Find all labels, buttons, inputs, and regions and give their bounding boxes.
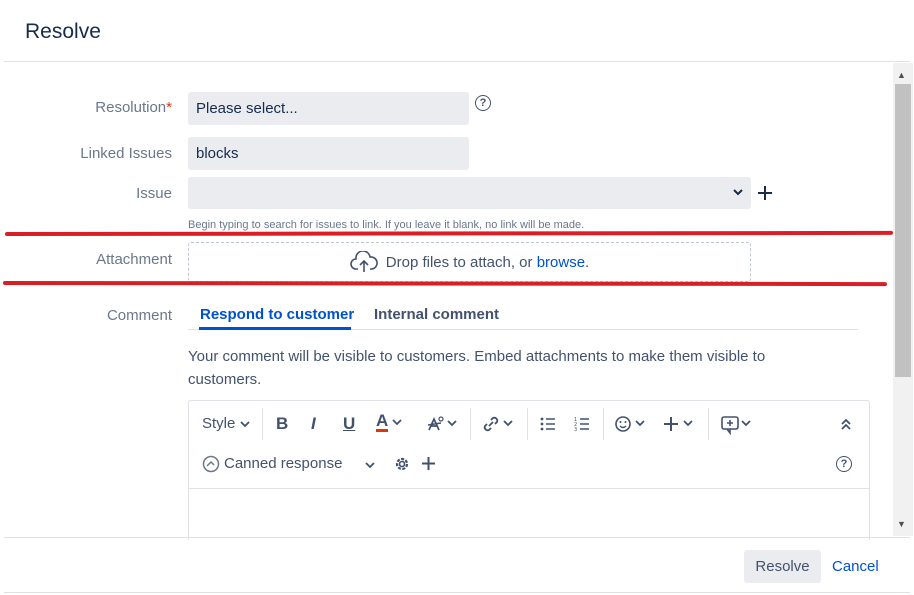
chevron-down-icon [239,421,250,428]
text-color-icon: A [376,411,389,432]
style-dropdown[interactable]: Style [202,415,250,432]
cancel-button[interactable]: Cancel [826,550,885,583]
underline-button[interactable]: U [343,414,355,434]
chevron-down-icon[interactable] [732,186,744,198]
resolution-label-text: Resolution [95,99,167,116]
help-icon[interactable]: ? [475,95,491,111]
footer-divider [4,537,910,538]
numbered-list-icon[interactable]: 123 [574,416,590,432]
linked-issues-value: blocks [196,145,239,162]
cloud-upload-icon [350,251,378,273]
svg-text:3: 3 [574,427,577,432]
attachment-dropzone[interactable]: Drop files to attach, or browse. [188,242,751,282]
help-icon[interactable]: ? [836,456,852,472]
macro-icon[interactable] [721,415,753,435]
toolbar-separator [527,408,528,440]
italic-button[interactable]: I [311,414,316,434]
required-indicator: * [166,99,172,116]
link-icon[interactable] [482,415,516,433]
issue-label: Issue [136,185,172,202]
chevron-down-icon[interactable] [364,459,376,471]
emoji-icon[interactable] [615,415,647,433]
bottom-divider [4,592,910,593]
comment-visibility-note: Your comment will be visible to customer… [188,348,766,388]
browse-suffix: . [585,253,590,271]
resolve-button[interactable]: Resolve [744,550,821,583]
bullet-list-icon[interactable] [540,416,556,432]
canned-response-icon [202,455,220,473]
add-issue-plus-icon[interactable] [757,185,773,201]
toolbar-separator [603,408,604,440]
gear-icon[interactable] [393,455,411,473]
comment-label: Comment [106,307,172,324]
chevron-down-icon [392,419,403,426]
clear-formatting-icon[interactable] [427,415,459,433]
drop-files-text: Drop files to attach, or [385,253,533,271]
annotation-line-top [4,230,894,236]
active-tab-indicator [199,327,351,330]
scrollbar-thumb[interactable] [895,84,911,377]
tab-respond-to-customer[interactable]: Respond to customer [200,306,354,323]
browse-link[interactable]: browse [537,254,585,271]
collapse-icon[interactable] [840,416,852,432]
text-color-button[interactable]: A [376,411,403,432]
scroll-down-arrow-icon[interactable]: ▼ [897,519,906,529]
canned-response-dropdown[interactable]: Canned response [224,455,342,472]
add-canned-response-plus-icon[interactable] [421,456,436,471]
resolution-select[interactable]: Please select... [188,92,469,125]
header-divider [4,61,910,62]
resolution-value: Please select... [196,100,298,117]
canned-response-label: Canned response [224,455,343,472]
toolbar-separator [262,408,263,440]
attachment-label: Attachment [96,251,172,268]
dialog-title: Resolve [25,20,101,43]
issue-hint: Begin typing to search for issues to lin… [188,219,585,231]
annotation-line-bottom [2,281,888,287]
style-label: Style [202,415,236,432]
toolbar-separator [470,408,471,440]
issue-select[interactable] [188,177,751,209]
tab-internal-comment[interactable]: Internal comment [374,306,499,323]
resolution-label: Resolution* [95,99,172,116]
toolbar-separator [708,408,709,440]
scroll-up-arrow-icon[interactable]: ▲ [897,70,906,80]
linked-issues-select[interactable]: blocks [188,137,469,170]
toolbar-divider [189,488,869,489]
plus-icon[interactable] [664,415,696,433]
linked-issues-label: Linked Issues [80,145,172,162]
bold-button[interactable]: B [276,414,288,434]
